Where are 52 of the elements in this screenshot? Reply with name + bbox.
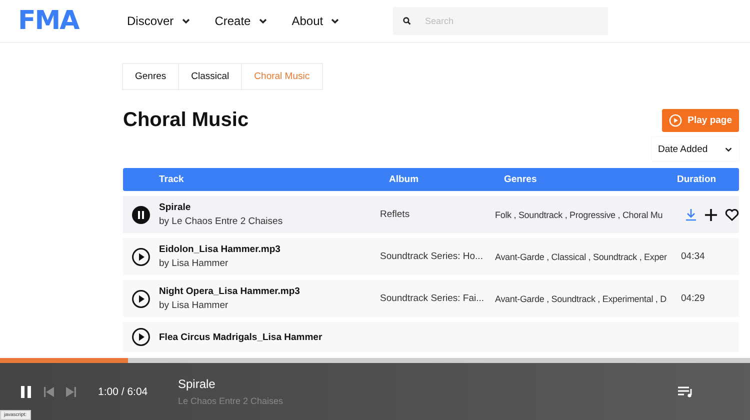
track-title[interactable]: Night Opera_Lisa Hammer.mp3 <box>159 286 380 297</box>
page-title: Choral Music <box>123 108 249 132</box>
search-icon <box>403 17 411 25</box>
track-title[interactable]: Spirale <box>159 202 380 213</box>
track-duration: 04:34 <box>681 251 705 262</box>
album-name[interactable]: Reflets <box>380 209 495 220</box>
now-playing-artist: Le Chaos Entre 2 Chaises <box>178 396 284 406</box>
nav-menu[interactable]: About <box>292 14 340 28</box>
nav-menu[interactable]: Discover <box>127 14 191 28</box>
playback-time: 1:00 / 6:04 <box>98 386 149 398</box>
next-icon[interactable] <box>66 386 76 396</box>
breadcrumb-tab[interactable]: Genres <box>122 63 180 90</box>
chevron-down-icon <box>724 144 733 154</box>
download-icon[interactable] <box>685 208 697 221</box>
nav-menu[interactable]: Create <box>214 14 268 28</box>
genre-list: Folk , Soundtrack , Progressive , Choral Mu <box>495 210 681 220</box>
column-header: Track <box>159 174 185 185</box>
play-circle-icon <box>668 114 682 126</box>
play-icon[interactable] <box>132 328 150 346</box>
track-duration: 04:29 <box>681 293 705 304</box>
column-header: Duration <box>677 174 718 185</box>
breadcrumb-tab[interactable]: Classical <box>178 63 242 90</box>
pause-icon[interactable] <box>20 386 32 398</box>
chevron-down-icon <box>330 16 340 26</box>
column-header: Genres <box>504 174 538 185</box>
previous-icon[interactable] <box>44 386 54 396</box>
play-icon[interactable] <box>132 248 150 266</box>
track-artist[interactable]: by Le Chaos Entre 2 Chaises <box>159 216 380 227</box>
track-row[interactable]: Night Opera_Lisa Hammer.mp3 by Lisa Hammer Soundtrack Series: Fai... Avant-Garde , Soundtrack , Experimental , D 04:29 <box>123 280 739 317</box>
play-icon[interactable] <box>132 290 150 308</box>
sort-dropdown[interactable]: Date Added <box>652 137 739 161</box>
track-row[interactable]: Eidolon_Lisa Hammer.mp3 by Lisa Hammer Soundtrack Series: Ho... Avant-Garde , Classical , Soundtrack , Exper 04:34 <box>123 238 739 275</box>
heart-icon[interactable] <box>725 208 739 220</box>
search-field[interactable]: Search <box>393 7 608 35</box>
album-name[interactable]: Soundtrack Series: Fai... <box>380 293 495 304</box>
track-artist[interactable]: by Lisa Hammer <box>159 258 380 269</box>
album-name[interactable]: Soundtrack Series: Ho... <box>380 251 495 262</box>
track-title[interactable]: Flea Circus Madrigals_Lisa Hammer <box>159 332 380 342</box>
track-artist[interactable]: by Lisa Hammer <box>159 300 380 311</box>
pause-icon[interactable] <box>132 206 150 224</box>
genre-list: Avant-Garde , Soundtrack , Experimental , D <box>495 294 681 304</box>
track-title[interactable]: Eidolon_Lisa Hammer.mp3 <box>159 244 380 255</box>
genre-list: Avant-Garde , Classical , Soundtrack , Exper <box>495 252 681 262</box>
column-header: Album <box>389 174 420 185</box>
track-row[interactable]: Flea Circus Madrigals_Lisa Hammer <box>123 322 739 352</box>
now-playing-title: Spirale <box>178 377 216 391</box>
add-icon[interactable] <box>705 208 717 220</box>
queue-icon[interactable] <box>678 386 693 398</box>
logo[interactable]: FMA <box>18 6 108 36</box>
chevron-down-icon <box>180 16 191 26</box>
chevron-down-icon <box>258 16 268 26</box>
track-row[interactable]: Spirale by Le Chaos Entre 2 Chaises Reflets Folk , Soundtrack , Progressive , Choral Mu <box>123 196 739 233</box>
